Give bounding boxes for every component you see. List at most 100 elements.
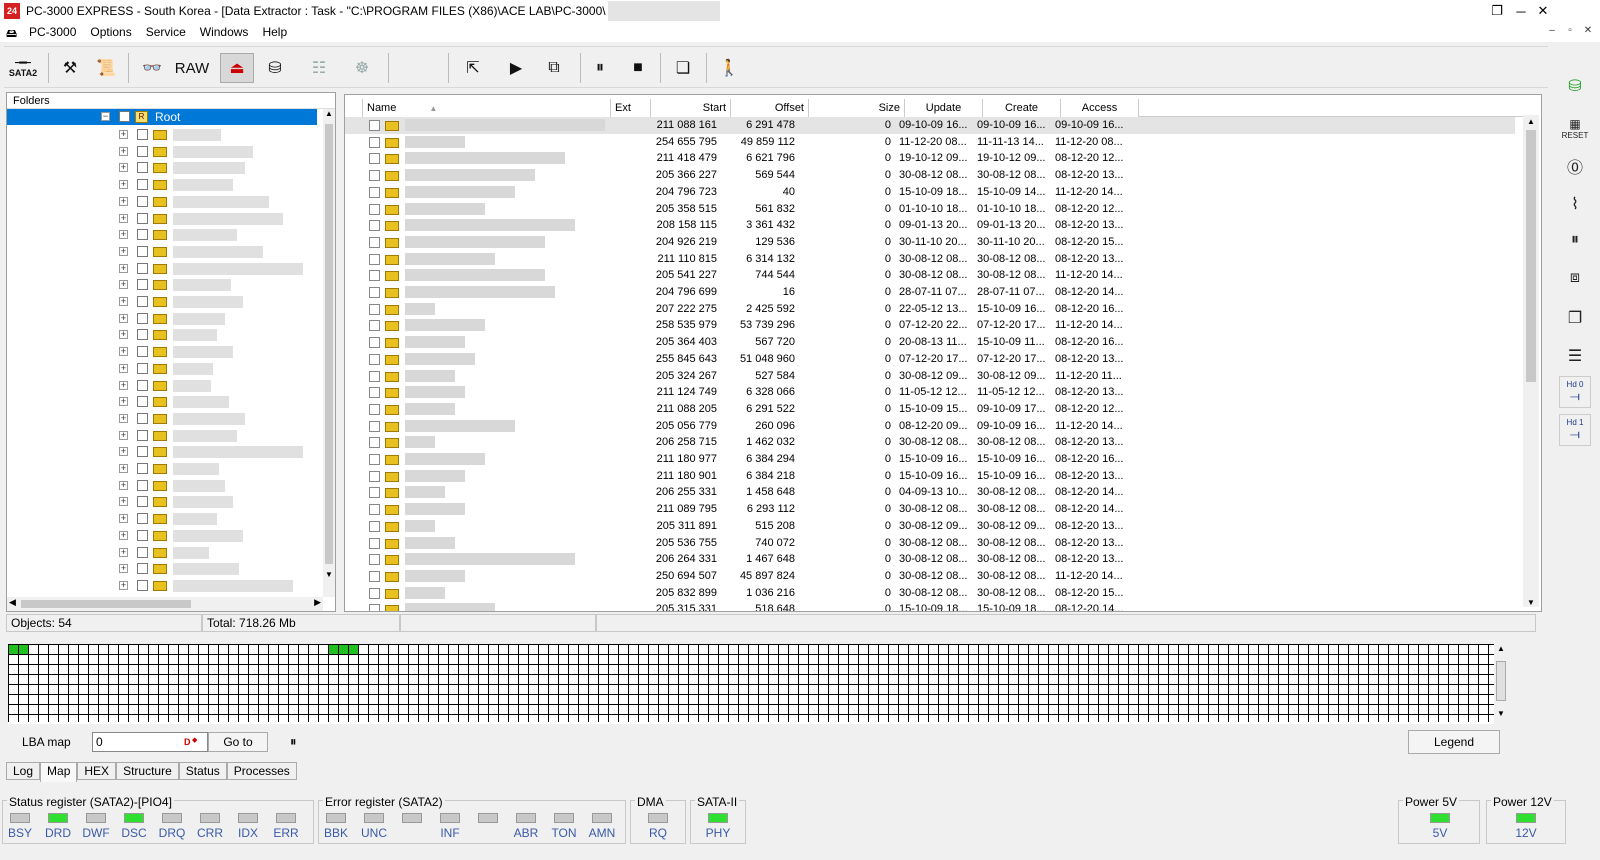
folder-checkbox[interactable]: [137, 245, 148, 257]
folder-checkbox[interactable]: [137, 129, 148, 140]
folder-checkbox[interactable]: [137, 563, 148, 575]
row-checkbox[interactable]: [369, 153, 380, 165]
row-checkbox[interactable]: [369, 337, 380, 349]
right-pause-button[interactable]: ⏸: [1559, 224, 1591, 256]
play-button[interactable]: ▶: [504, 53, 528, 83]
export-button[interactable]: ⇱: [458, 53, 488, 83]
row-checkbox[interactable]: [369, 370, 380, 382]
menu-pc3000[interactable]: PC-3000: [22, 22, 83, 42]
expand-icon[interactable]: +: [119, 363, 128, 373]
table-row[interactable]: 211 089 795 6 293 112 0 30-08-12 08... 30-08…: [345, 501, 1515, 518]
table-row[interactable]: 205 364 403 567 720 0 20-08-13 11... 15-10-0…: [345, 334, 1515, 351]
tree-folder-item[interactable]: +: [7, 277, 317, 294]
lba-map[interactable]: ▲ ▼: [8, 644, 1508, 724]
tree-folder-item[interactable]: +: [7, 194, 317, 211]
row-checkbox[interactable]: [369, 470, 380, 482]
row-checkbox[interactable]: [369, 236, 380, 248]
folder-checkbox[interactable]: [137, 446, 148, 458]
expand-icon[interactable]: +: [119, 447, 128, 457]
expand-icon[interactable]: +: [119, 196, 128, 206]
folder-checkbox[interactable]: [137, 145, 148, 157]
open-disk-button[interactable]: ⛁: [260, 53, 290, 83]
folder-checkbox[interactable]: [137, 346, 148, 358]
row-checkbox[interactable]: [369, 136, 380, 148]
row-checkbox[interactable]: [369, 454, 380, 465]
tab-structure[interactable]: Structure: [116, 762, 179, 780]
row-checkbox[interactable]: [369, 604, 380, 611]
table-row[interactable]: 211 110 815 6 314 132 0 30-08-12 08... 30-08…: [345, 251, 1515, 268]
network-button[interactable]: ⧉: [534, 53, 574, 83]
column-offset[interactable]: Offset: [731, 99, 809, 117]
expand-icon[interactable]: +: [119, 163, 128, 173]
table-row[interactable]: 204 796 723 40 0 15-10-09 18... 15-10-09 14.…: [345, 184, 1515, 201]
expand-icon[interactable]: +: [119, 213, 128, 223]
table-row[interactable]: 211 180 901 6 384 218 0 15-10-09 16... 15-10…: [345, 468, 1515, 485]
expand-icon[interactable]: +: [119, 180, 128, 190]
expand-icon[interactable]: +: [119, 514, 128, 524]
table-row[interactable]: 208 158 115 3 361 432 0 09-01-13 20... 09-01…: [345, 217, 1515, 234]
table-row[interactable]: 205 536 755 740 072 0 30-08-12 08... 30-08-1…: [345, 535, 1515, 552]
folder-checkbox[interactable]: [137, 546, 148, 558]
search-button[interactable]: 👓: [138, 53, 166, 83]
extract-button[interactable]: ⏏: [220, 53, 254, 83]
table-row[interactable]: 255 845 643 51 048 960 0 07-12-20 17... 07-1…: [345, 351, 1515, 368]
table-row[interactable]: 205 541 227 744 544 0 30-08-12 08... 30-08-1…: [345, 267, 1515, 284]
folders-horizontal-scrollbar[interactable]: ◀ ▶: [7, 597, 323, 611]
scroll-thumb[interactable]: [325, 124, 333, 564]
row-checkbox[interactable]: [369, 587, 380, 599]
folder-checkbox[interactable]: [137, 296, 148, 307]
menu-options[interactable]: Options: [83, 22, 138, 42]
table-row[interactable]: 207 222 275 2 425 592 0 22-05-12 13... 15-10…: [345, 301, 1515, 318]
tree-folder-item[interactable]: +: [7, 511, 317, 528]
lba-map-grid[interactable]: [8, 644, 1494, 722]
collapse-icon[interactable]: −: [101, 112, 110, 121]
expand-icon[interactable]: +: [119, 464, 128, 473]
tree-folder-item[interactable]: +: [7, 294, 317, 311]
legend-button[interactable]: Legend: [1408, 730, 1500, 754]
scroll-down-icon[interactable]: ▼: [1523, 598, 1539, 607]
row-checkbox[interactable]: [369, 353, 380, 365]
head-off-button[interactable]: ⓪: [1559, 150, 1591, 182]
sata2-button[interactable]: ╼╾ SATA2: [4, 53, 42, 83]
folder-checkbox[interactable]: [137, 329, 148, 341]
menu-help[interactable]: Help: [255, 22, 294, 42]
expand-icon[interactable]: +: [119, 297, 128, 306]
expand-icon[interactable]: +: [119, 313, 128, 323]
tree-folder-item[interactable]: +: [7, 461, 317, 478]
tree-folder-item[interactable]: +: [7, 311, 317, 328]
tree-folder-item[interactable]: +: [7, 378, 317, 395]
menu-service[interactable]: Service: [139, 22, 193, 42]
folder-checkbox[interactable]: [137, 379, 148, 391]
expand-icon[interactable]: +: [119, 480, 128, 490]
folder-checkbox[interactable]: [137, 312, 148, 324]
drive-power-button[interactable]: ⛁: [1559, 70, 1591, 102]
row-checkbox[interactable]: [369, 170, 380, 182]
tree-folder-item[interactable]: +: [7, 244, 317, 261]
row-checkbox[interactable]: [369, 203, 380, 215]
scroll-thumb[interactable]: [21, 600, 191, 608]
expand-icon[interactable]: +: [119, 564, 128, 574]
row-checkbox[interactable]: [369, 270, 380, 282]
tree-folder-item[interactable]: +: [7, 478, 317, 495]
tree-folder-item[interactable]: +: [7, 211, 317, 228]
row-checkbox[interactable]: [369, 537, 380, 549]
table-row[interactable]: 205 832 899 1 036 216 0 30-08-12 08... 30-08…: [345, 585, 1515, 602]
tree-folder-item[interactable]: +: [7, 327, 317, 344]
tab-map[interactable]: Map: [40, 762, 78, 782]
table-row[interactable]: 204 796 699 16 0 28-07-11 07... 28-07-11 07.…: [345, 284, 1515, 301]
table-row[interactable]: 258 535 979 53 739 296 0 07-12-20 22... 07-1…: [345, 317, 1515, 334]
pause-button[interactable]: ⏸: [588, 53, 612, 83]
files-vertical-scrollbar[interactable]: ▲ ▼: [1523, 115, 1539, 607]
hd1-button[interactable]: Hd 1 ⟞: [1559, 414, 1591, 446]
map-pause-button[interactable]: ⏸: [290, 734, 297, 750]
row-checkbox[interactable]: [369, 387, 380, 399]
row-checkbox[interactable]: [369, 437, 380, 449]
tree-folder-item[interactable]: +: [7, 578, 317, 595]
folder-checkbox[interactable]: [137, 579, 148, 591]
scroll-thumb[interactable]: [1526, 130, 1536, 382]
table-row[interactable]: 205 324 267 527 584 0 30-08-12 09... 30-08-1…: [345, 368, 1515, 385]
tree-folder-item[interactable]: +: [7, 545, 317, 562]
row-checkbox[interactable]: [369, 287, 380, 298]
expand-icon[interactable]: +: [119, 230, 128, 240]
tree-folder-item[interactable]: +: [7, 494, 317, 511]
